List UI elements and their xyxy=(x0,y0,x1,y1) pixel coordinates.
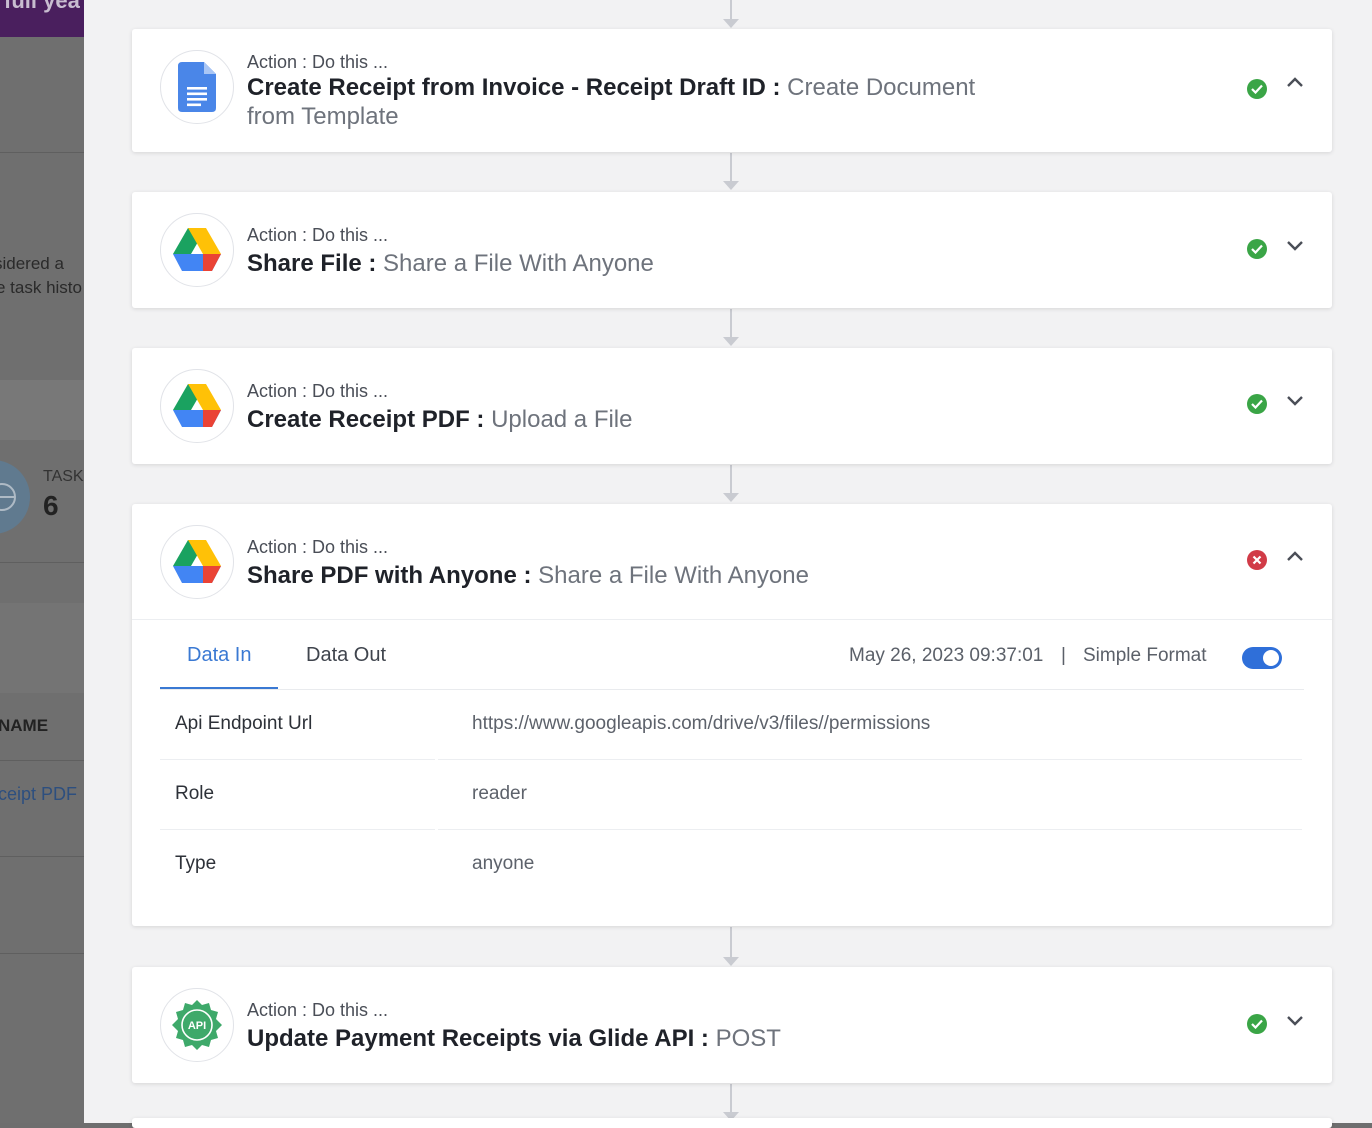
background-text: sidered a xyxy=(0,254,64,273)
success-check-icon xyxy=(1247,79,1267,99)
simple-format-label: Simple Format xyxy=(1083,645,1207,666)
chevron-up-icon[interactable] xyxy=(1286,76,1304,88)
workflow-step-card[interactable]: Action : Do this ... Share File : Share … xyxy=(132,192,1332,308)
success-check-icon xyxy=(1247,394,1267,414)
tab-data-out[interactable]: Data Out xyxy=(306,644,386,667)
google-drive-icon xyxy=(160,525,234,599)
chevron-down-icon[interactable] xyxy=(1286,1015,1304,1027)
run-timestamp: May 26, 2023 09:37:01 xyxy=(849,645,1044,666)
step-title: Create Receipt PDF : Upload a File xyxy=(247,405,1147,434)
background-tasks-label: TASK xyxy=(43,468,84,485)
active-tab-indicator xyxy=(160,687,278,689)
background-divider xyxy=(0,152,84,153)
step-name: Share PDF with Anyone : xyxy=(247,562,532,589)
step-connector xyxy=(730,153,732,181)
background-link: ceipt PDF xyxy=(0,784,78,804)
data-value: https://www.googleapis.com/drive/v3/file… xyxy=(472,713,931,734)
step-connector xyxy=(730,927,732,957)
connector-arrow xyxy=(723,181,739,190)
data-key: Role xyxy=(175,783,215,804)
workflow-step-card[interactable]: Action : Do this ... Create Receipt PDF … xyxy=(132,348,1332,464)
step-subtitle: Action : Do this ... xyxy=(247,225,389,245)
step-connector xyxy=(730,309,732,337)
step-title: Share PDF with Anyone : Share a File Wit… xyxy=(247,561,1147,590)
api-icon: API xyxy=(160,988,234,1062)
background-banner-text: full yea xyxy=(4,0,80,13)
step-subtitle: Action : Do this ... xyxy=(247,52,389,72)
chevron-down-icon[interactable] xyxy=(1286,240,1304,252)
background-band xyxy=(0,380,84,440)
step-name: Create Receipt from Invoice - Receipt Dr… xyxy=(247,74,781,101)
workflow-step-card[interactable]: Action : Do this ... Share PDF with Anyo… xyxy=(132,504,1332,926)
step-text: Action : Do this ... Share File : Share … xyxy=(247,224,1147,278)
data-key: Api Endpoint Url xyxy=(175,713,313,734)
step-connector xyxy=(730,0,732,20)
toggle-knob xyxy=(1263,650,1279,666)
step-text: Action : Do this ... Update Payment Rece… xyxy=(247,999,1147,1053)
connector-arrow xyxy=(723,19,739,28)
error-x-icon xyxy=(1247,550,1267,570)
background-divider xyxy=(0,953,84,954)
header-separator: | xyxy=(1061,645,1066,666)
connector-arrow xyxy=(723,957,739,966)
workflow-step-card[interactable]: Action : Do this ... Create Receipt from… xyxy=(132,29,1332,152)
step-title: Update Payment Receipts via Glide API : … xyxy=(247,1024,1147,1053)
google-drive-icon xyxy=(160,213,234,287)
google-docs-icon xyxy=(160,50,234,124)
data-row: Api Endpoint Url https://www.googleapis.… xyxy=(160,690,1304,760)
background-avatar xyxy=(0,460,30,534)
chevron-down-icon[interactable] xyxy=(1286,395,1304,407)
step-name: Share File : xyxy=(247,250,377,277)
data-key: Type xyxy=(175,853,217,874)
workflow-step-card[interactable] xyxy=(132,1118,1332,1128)
background-page: full yea sidered a e task histo TASK 6 N… xyxy=(0,0,84,1123)
step-name: Update Payment Receipts via Glide API : xyxy=(247,1025,709,1052)
simple-format-toggle[interactable] xyxy=(1242,647,1282,669)
step-title: Create Receipt from Invoice - Receipt Dr… xyxy=(247,73,1007,131)
step-name: Create Receipt PDF : xyxy=(247,406,485,433)
step-subtitle: Action : Do this ... xyxy=(247,537,389,557)
globe-icon xyxy=(0,483,16,511)
data-row: Type anyone xyxy=(160,830,1304,900)
step-connector xyxy=(730,465,732,493)
google-drive-icon xyxy=(160,369,234,443)
background-tasks-count: 6 xyxy=(43,490,59,521)
data-row: Role reader xyxy=(160,760,1304,830)
step-app-action: Share a File With Anyone xyxy=(383,250,654,277)
background-column-header: NAME xyxy=(0,716,49,735)
data-value: anyone xyxy=(472,853,535,874)
step-subtitle: Action : Do this ... xyxy=(247,381,389,401)
background-band xyxy=(0,603,84,693)
connector-arrow xyxy=(723,493,739,502)
chevron-up-icon[interactable] xyxy=(1286,550,1304,562)
step-text: Action : Do this ... Share PDF with Anyo… xyxy=(247,536,1147,590)
background-divider xyxy=(0,562,84,563)
step-text: Action : Do this ... Create Receipt from… xyxy=(247,51,1007,131)
step-app-action: Upload a File xyxy=(491,406,633,433)
tab-data-in[interactable]: Data In xyxy=(187,644,251,667)
step-connector xyxy=(730,1084,732,1112)
connector-arrow xyxy=(723,337,739,346)
step-app-action: POST xyxy=(715,1025,781,1052)
workflow-step-card[interactable]: API Action : Do this ... Update Payment … xyxy=(132,967,1332,1083)
step-app-action: Share a File With Anyone xyxy=(538,562,809,589)
background-text: e task histo xyxy=(0,278,82,297)
step-title: Share File : Share a File With Anyone xyxy=(247,249,1147,278)
background-divider xyxy=(0,760,84,761)
details-tab-bar: Data In Data Out May 26, 2023 09:37:01 |… xyxy=(132,619,1332,692)
step-subtitle: Action : Do this ... xyxy=(247,1000,389,1020)
svg-text:API: API xyxy=(188,1020,206,1032)
success-check-icon xyxy=(1247,239,1267,259)
background-divider xyxy=(0,856,84,857)
step-text: Action : Do this ... Create Receipt PDF … xyxy=(247,380,1147,434)
background-banner: full yea xyxy=(0,0,84,37)
success-check-icon xyxy=(1247,1014,1267,1034)
data-value: reader xyxy=(472,783,527,804)
